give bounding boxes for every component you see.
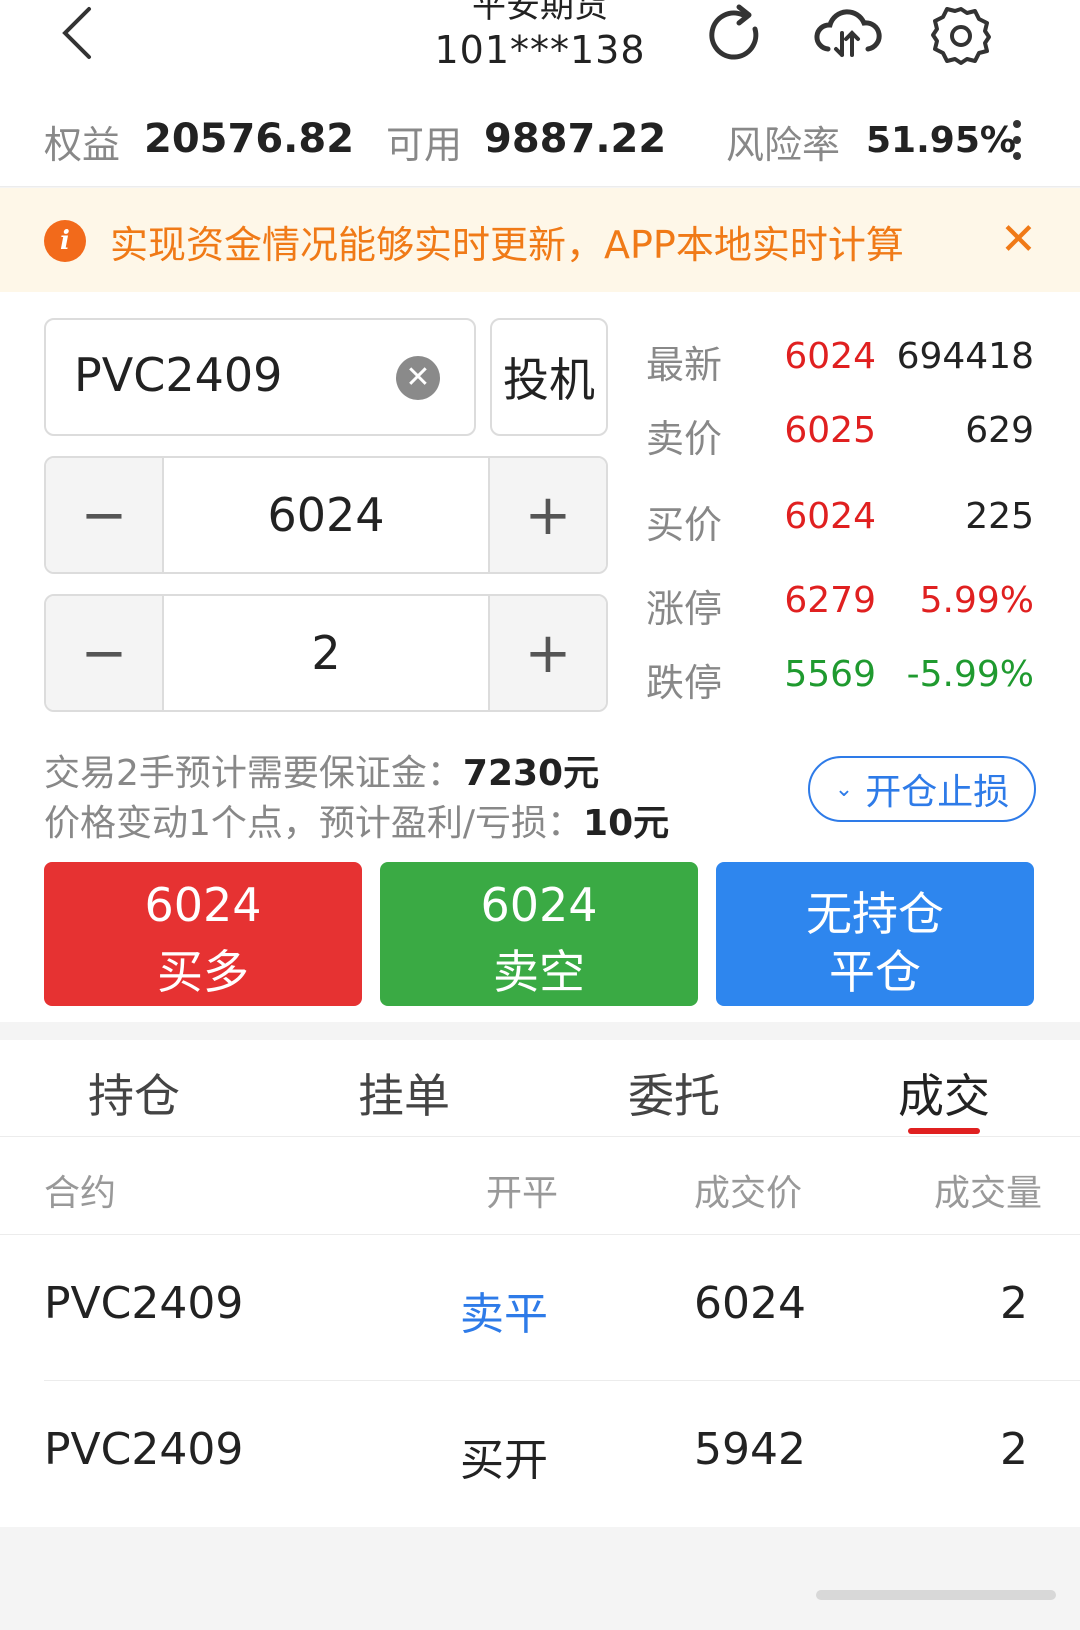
more-menu-icon[interactable] (1010, 118, 1024, 166)
price-minus-button[interactable]: − (46, 458, 164, 572)
quote-volume-last: 694418 (896, 336, 1034, 377)
available-value: 9887.22 (484, 116, 667, 162)
quote-label-ask: 卖价 (646, 417, 723, 461)
row-contract: PVC2409 (44, 1278, 244, 1329)
row-contract: PVC2409 (44, 1424, 244, 1475)
hedge-type-select[interactable]: 投机 (490, 318, 608, 436)
symbol-value[interactable]: PVC2409 (74, 348, 282, 402)
back-icon[interactable] (42, 0, 112, 70)
row-price: 6024 (694, 1278, 806, 1329)
available-label: 可用 (386, 123, 463, 167)
quantity-input[interactable]: 2 (164, 596, 488, 710)
quote-label-last: 最新 (646, 343, 723, 387)
quote-price-last: 6024 (784, 336, 876, 377)
broker-title: 平安期货 (472, 0, 608, 26)
quote-volume-bid: 225 (965, 496, 1034, 537)
quote-label-limit-down: 跌停 (646, 661, 723, 705)
clear-icon[interactable]: ✕ (396, 356, 440, 400)
price-stepper: − 6024 + (44, 456, 608, 574)
risk-label: 风险率 (726, 123, 841, 167)
tab-positions[interactable]: 持仓 (34, 1060, 234, 1126)
close-position-button[interactable]: 无持仓 平仓 (716, 862, 1034, 1006)
quote-price-bid[interactable]: 6024 (760, 496, 876, 537)
sell-short-button[interactable]: 6024 卖空 (380, 862, 698, 1006)
buy-long-button[interactable]: 6024 买多 (44, 862, 362, 1006)
buy-price: 6024 (144, 878, 262, 932)
quote-label-limit-up: 涨停 (646, 587, 723, 631)
margin-info: 交易2手预计需要保证金：7230元 (44, 744, 599, 796)
risk-value: 51.95% (866, 120, 1016, 161)
tab-pending[interactable]: 挂单 (304, 1060, 504, 1126)
margin-info-label: 交易2手预计需要保证金： (44, 753, 463, 794)
notice-text: 实现资金情况能够实时更新，APP本地实时计算 (110, 223, 904, 267)
row-volume: 2 (1000, 1424, 1028, 1475)
price-input[interactable]: 6024 (164, 458, 488, 572)
quote-pct-limit-up: 5.99% (919, 580, 1034, 621)
sell-label: 卖空 (493, 945, 585, 999)
stop-loss-label: 开仓止损 (865, 772, 1010, 813)
close-label: 平仓 (829, 945, 921, 999)
settings-icon[interactable] (926, 0, 996, 70)
tick-value: 10元 (583, 803, 670, 844)
equity-label: 权益 (44, 123, 121, 167)
tab-trades[interactable]: 成交 (844, 1060, 1044, 1126)
row-open-close: 买开 (460, 1435, 548, 1486)
sell-price: 6024 (480, 878, 598, 932)
row-volume: 2 (1000, 1278, 1028, 1329)
tick-info: 价格变动1个点，预计盈利/亏损：10元 (44, 794, 669, 846)
equity-value: 20576.82 (144, 116, 355, 162)
column-header-volume: 成交量 (934, 1173, 1043, 1214)
refresh-icon[interactable] (700, 0, 770, 70)
account-number: 101***138 (434, 28, 646, 72)
active-tab-indicator (908, 1128, 980, 1134)
cloud-sync-icon[interactable] (812, 0, 882, 70)
quantity-stepper: − 2 + (44, 594, 608, 712)
row-price: 5942 (694, 1424, 806, 1475)
column-header-price: 成交价 (694, 1173, 803, 1214)
home-indicator[interactable] (816, 1584, 1056, 1606)
tick-info-label: 价格变动1个点，预计盈利/亏损： (44, 803, 584, 844)
row-open-close: 卖平 (460, 1289, 548, 1340)
chevron-down-icon: ⌄ (834, 776, 854, 802)
quote-price-ask[interactable]: 6025 (760, 410, 876, 451)
margin-value: 7230元 (462, 753, 600, 794)
quote-label-bid: 买价 (646, 503, 723, 547)
buy-label: 买多 (157, 945, 249, 999)
quote-volume-ask: 629 (965, 410, 1034, 451)
tab-orders[interactable]: 委托 (574, 1060, 774, 1126)
info-icon: i (44, 220, 86, 262)
quote-price-limit-down[interactable]: 5569 (760, 654, 876, 695)
column-header-open-close: 开平 (486, 1173, 559, 1214)
close-icon[interactable]: ✕ (1000, 214, 1037, 265)
price-plus-button[interactable]: + (488, 458, 606, 572)
stop-loss-button[interactable]: ⌄ 开仓止损 (808, 756, 1036, 822)
quote-pct-limit-down: -5.99% (906, 654, 1034, 695)
column-header-contract: 合约 (44, 1173, 117, 1214)
quantity-plus-button[interactable]: + (488, 596, 606, 710)
close-status: 无持仓 (806, 887, 944, 941)
quote-price-limit-up[interactable]: 6279 (760, 580, 876, 621)
quantity-minus-button[interactable]: − (46, 596, 164, 710)
